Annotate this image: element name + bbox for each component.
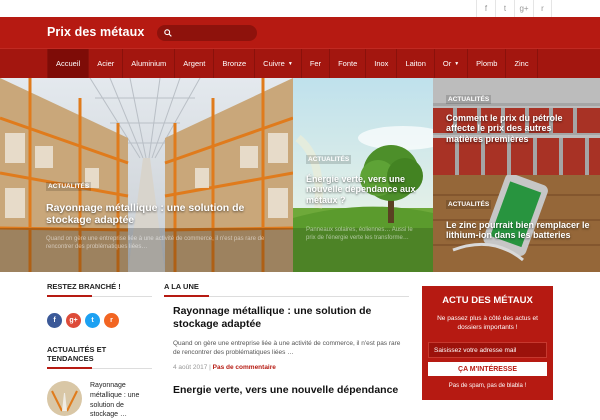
nav-item-label: Fonte bbox=[338, 59, 358, 68]
main-nav-list: Accueil Acier Aluminium Argent Bronze Cuivre ▼… bbox=[47, 49, 538, 78]
nav-item-fer[interactable]: Fer bbox=[300, 49, 329, 78]
nav-item-accueil[interactable]: Accueil bbox=[47, 49, 89, 78]
article-card: Energie verte, vers une nouvelle dépenda… bbox=[164, 384, 409, 397]
featured-tile-oil[interactable]: Actualités Comment le prix du pétrole af… bbox=[433, 78, 600, 175]
tile-title[interactable]: Énergie verte, vers une nouvelle dépenda… bbox=[306, 174, 421, 205]
site-header: Prix des métaux bbox=[0, 17, 600, 48]
featured-tile-green-energy[interactable]: Actualités Énergie verte, vers une nouve… bbox=[293, 78, 433, 272]
tile-title[interactable]: Le zinc pourrait bien remplacer le lithi… bbox=[446, 220, 594, 241]
nav-item-aluminium[interactable]: Aluminium bbox=[122, 49, 174, 78]
tile-category-label[interactable]: Actualités bbox=[446, 200, 492, 209]
nav-item-zinc[interactable]: Zinc bbox=[505, 49, 538, 78]
nav-item-label: Laiton bbox=[405, 59, 426, 68]
nav-item-label: Aluminium bbox=[131, 59, 167, 68]
featured-grid: Actualités Rayonnage métallique : une so… bbox=[0, 78, 600, 272]
nav-item-label: Cuivre bbox=[263, 59, 285, 68]
google-plus-button[interactable]: g+ bbox=[66, 313, 81, 328]
twitter-icon: t bbox=[91, 317, 94, 324]
tile-title[interactable]: Rayonnage métallique : une solution de s… bbox=[46, 202, 261, 226]
facebook-button[interactable]: f bbox=[47, 313, 62, 328]
nav-item-fonte[interactable]: Fonte bbox=[329, 49, 365, 78]
featured-tile-zinc-battery[interactable]: Actualités Le zinc pourrait bien remplac… bbox=[433, 175, 600, 272]
nav-item-label: Argent bbox=[183, 59, 206, 68]
tile-category-label[interactable]: Actualités bbox=[306, 155, 352, 164]
nav-item-argent[interactable]: Argent bbox=[174, 49, 213, 78]
nav-item-label: Or bbox=[442, 59, 452, 68]
nav-item-bronze[interactable]: Bronze bbox=[213, 49, 254, 78]
facebook-icon: f bbox=[484, 4, 488, 13]
news-list-item[interactable]: Rayonnage métallique : une solution de s… bbox=[47, 381, 152, 420]
nav-item-label: Bronze bbox=[222, 59, 247, 68]
news-trends-heading: ACTUALITÉS ET TENDANCES bbox=[47, 345, 152, 369]
tile-excerpt: Panneaux solaires, éoliennes… Aussi le p… bbox=[306, 227, 413, 241]
facebook-icon: f bbox=[53, 317, 56, 324]
newsletter-email-field[interactable]: Saisissez votre adresse mail bbox=[428, 342, 547, 359]
twitter-button[interactable]: t bbox=[85, 313, 100, 328]
top-rss-link[interactable]: r bbox=[533, 0, 552, 17]
nav-item-plomb[interactable]: Plomb bbox=[467, 49, 505, 78]
tile-title[interactable]: Comment le prix du pétrole affecte le pr… bbox=[446, 113, 591, 144]
top-social-links: f t g+ r bbox=[476, 0, 552, 17]
nav-item-label: Fer bbox=[309, 59, 322, 68]
top-bar: f t g+ r bbox=[0, 0, 600, 17]
top-facebook-link[interactable]: f bbox=[476, 0, 495, 17]
newsletter-subscribe-button[interactable]: ÇA M'INTÉRESSE bbox=[428, 362, 547, 377]
rss-icon: r bbox=[110, 317, 113, 324]
search-icon[interactable] bbox=[164, 29, 172, 37]
newsletter-title: ACTU DES MÉTAUX bbox=[442, 295, 533, 306]
rss-button[interactable]: r bbox=[104, 313, 119, 328]
article-date: 4 août 2017 bbox=[173, 364, 208, 372]
left-sidebar: RESTEZ BRANCHÉ ! f g+ t r ACTUALITÉS ET … bbox=[47, 282, 152, 420]
caret-down-icon: ▼ bbox=[287, 60, 293, 67]
top-google-plus-link[interactable]: g+ bbox=[514, 0, 533, 17]
newsletter-subtitle: Ne passez plus à côté des actus et dossi… bbox=[437, 315, 538, 332]
main-column: A LA UNE Rayonnage métallique : une solu… bbox=[164, 282, 409, 397]
nav-item-label: Inox bbox=[374, 59, 389, 68]
google-plus-icon: g+ bbox=[519, 4, 529, 13]
news-thumbnail bbox=[47, 381, 82, 416]
nav-item-cuivre[interactable]: Cuivre ▼ bbox=[254, 49, 301, 78]
headline-heading: A LA UNE bbox=[164, 282, 409, 297]
search-input[interactable] bbox=[176, 26, 256, 40]
article-title[interactable]: Energie verte, vers une nouvelle dépenda… bbox=[173, 384, 409, 397]
news-item-title[interactable]: Rayonnage métallique : une solution de s… bbox=[90, 381, 145, 420]
nav-item-inox[interactable]: Inox bbox=[365, 49, 396, 78]
nav-item-label: Acier bbox=[97, 59, 115, 68]
tile-category-label[interactable]: Actualités bbox=[446, 95, 492, 104]
nav-item-or[interactable]: Or ▼ bbox=[433, 49, 467, 78]
stay-connected-heading: RESTEZ BRANCHÉ ! bbox=[47, 282, 152, 297]
newsletter-fine-print: Pas de spam, pas de blabla ! bbox=[448, 383, 527, 390]
rss-icon: r bbox=[541, 4, 544, 13]
nav-item-acier[interactable]: Acier bbox=[88, 49, 122, 78]
google-plus-icon: g+ bbox=[69, 317, 78, 324]
article-title[interactable]: Rayonnage métallique : une solution de s… bbox=[173, 305, 409, 331]
nav-item-laiton[interactable]: Laiton bbox=[396, 49, 433, 78]
top-twitter-link[interactable]: t bbox=[495, 0, 514, 17]
nav-item-label: Accueil bbox=[56, 59, 81, 68]
twitter-icon: t bbox=[503, 4, 507, 13]
newsletter-widget: ACTU DES MÉTAUX Ne passez plus à côté de… bbox=[422, 286, 553, 400]
featured-tile-warehouse[interactable]: Actualités Rayonnage métallique : une so… bbox=[0, 78, 293, 272]
tile-category-label[interactable]: Actualités bbox=[46, 182, 92, 191]
main-nav: Accueil Acier Aluminium Argent Bronze Cuivre ▼… bbox=[0, 48, 600, 78]
article-meta: 4 août 2017 | Pas de commentaire bbox=[173, 364, 276, 372]
tile-excerpt: Quand on gère une entreprise liée à une … bbox=[46, 236, 265, 250]
site-title[interactable]: Prix des métaux bbox=[47, 25, 144, 39]
nav-item-label: Zinc bbox=[514, 59, 529, 68]
search-box[interactable] bbox=[157, 25, 257, 41]
caret-down-icon: ▼ bbox=[454, 60, 460, 67]
article-excerpt: Quand on gère une entreprise liée à une … bbox=[173, 339, 401, 357]
article-comments-link[interactable]: Pas de commentaire bbox=[213, 364, 276, 371]
social-buttons: f g+ t r bbox=[47, 313, 152, 328]
nav-item-label: Plomb bbox=[476, 59, 498, 68]
article-card: Rayonnage métallique : une solution de s… bbox=[164, 305, 409, 371]
